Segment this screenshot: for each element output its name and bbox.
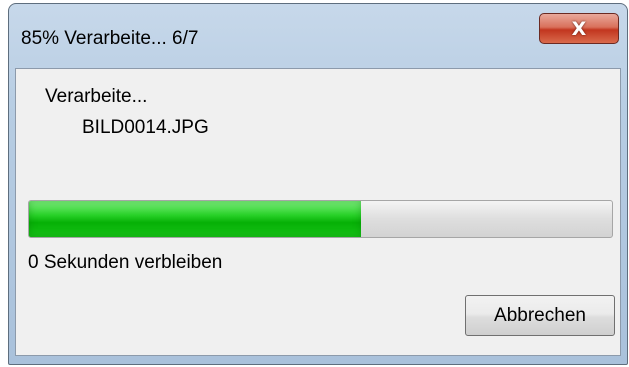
- progress-dialog-window: 85% Verarbeite... 6/7 X Verarbeite... BI…: [8, 3, 628, 365]
- time-remaining-label: 0 Sekunden verbleiben: [28, 252, 223, 273]
- progress-bar: [28, 200, 613, 238]
- close-button[interactable]: X: [539, 13, 619, 44]
- current-file-name: BILD0014.JPG: [82, 117, 209, 138]
- close-icon: X: [571, 17, 587, 40]
- window-title: 85% Verarbeite... 6/7: [21, 28, 199, 49]
- progress-bar-fill: [29, 201, 362, 237]
- cancel-button[interactable]: Abbrechen: [465, 295, 615, 336]
- status-label: Verarbeite...: [45, 86, 148, 107]
- dialog-content: Verarbeite... BILD0014.JPG 0 Sekunden ve…: [15, 68, 621, 356]
- title-bar[interactable]: 85% Verarbeite... 6/7 X: [9, 4, 627, 66]
